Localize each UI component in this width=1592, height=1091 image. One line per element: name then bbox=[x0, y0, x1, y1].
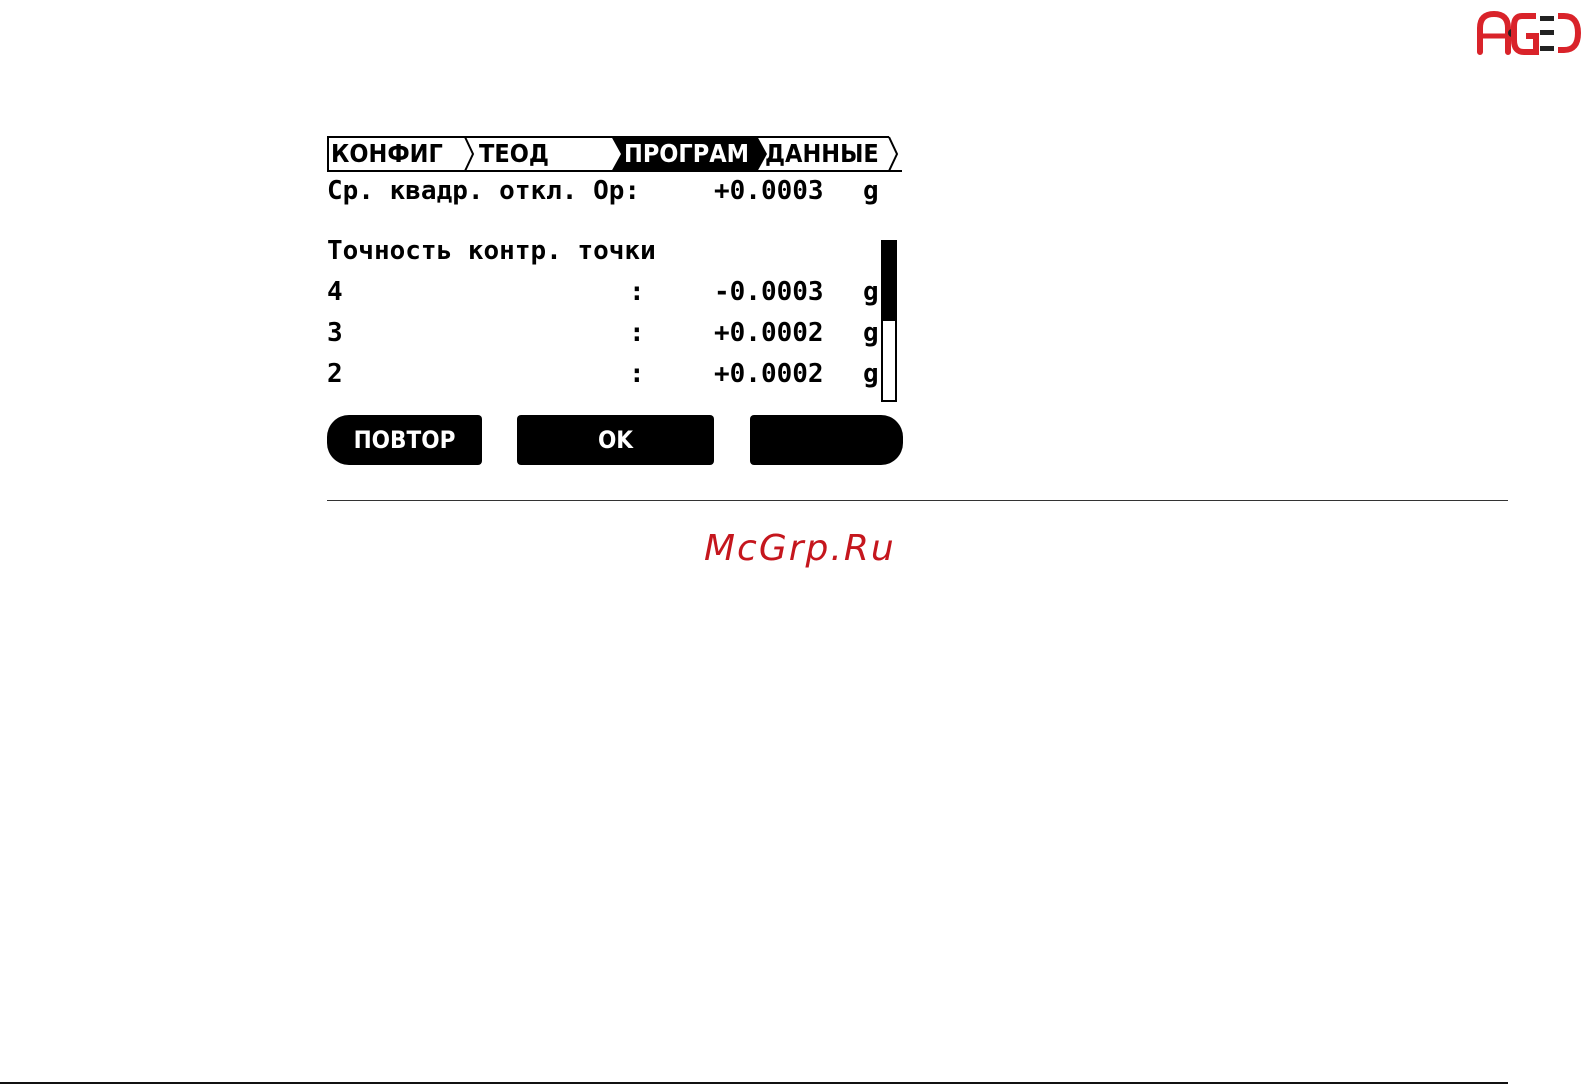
empty-softkey[interactable] bbox=[750, 415, 903, 465]
control-point-sep: : bbox=[629, 277, 645, 307]
control-point-value: -0.0003 bbox=[714, 277, 824, 307]
tab-program[interactable]: ПРОГРАМ bbox=[624, 136, 749, 172]
control-point-sep: : bbox=[629, 318, 645, 348]
device-screen: КОНФИГ ТЕОД ПРОГРАМ ДАННЫЕ Ср. квадр. от… bbox=[327, 136, 903, 470]
rmse-value: +0.0003 bbox=[714, 176, 824, 206]
control-point-value: +0.0002 bbox=[714, 359, 824, 389]
rmse-unit: g bbox=[863, 176, 879, 206]
repeat-softkey[interactable]: ПОВТОР bbox=[327, 415, 482, 465]
control-point-row: 2 : +0.0002 g bbox=[327, 357, 883, 391]
tab-dannye[interactable]: ДАННЫЕ bbox=[765, 136, 879, 172]
control-point-id: 2 bbox=[327, 359, 343, 389]
footer-line bbox=[0, 1082, 1508, 1084]
softkey-bar: ПОВТОР OK bbox=[327, 415, 903, 465]
control-point-value: +0.0002 bbox=[714, 318, 824, 348]
control-point-unit: g bbox=[863, 277, 879, 307]
control-point-unit: g bbox=[863, 359, 879, 389]
tab-konfig[interactable]: КОНФИГ bbox=[331, 136, 443, 172]
control-point-unit: g bbox=[863, 318, 879, 348]
scrollbar-thumb[interactable] bbox=[883, 242, 895, 321]
watermark-text: McGrp.Ru bbox=[704, 528, 896, 569]
control-point-sep: : bbox=[629, 359, 645, 389]
tab-bar: КОНФИГ ТЕОД ПРОГРАМ ДАННЫЕ bbox=[327, 136, 903, 172]
rmse-row: Ср. квадр. откл. Ор: +0.0003 g bbox=[327, 174, 883, 208]
ok-softkey[interactable]: OK bbox=[517, 415, 714, 465]
aged-logo bbox=[1477, 10, 1582, 55]
rmse-label: Ср. квадр. откл. Ор: bbox=[327, 176, 641, 206]
control-point-row: 4 : -0.0003 g bbox=[327, 275, 883, 309]
scrollbar[interactable] bbox=[881, 240, 897, 402]
control-point-id: 3 bbox=[327, 318, 343, 348]
divider-line bbox=[327, 500, 1508, 501]
control-point-row: 3 : +0.0002 g bbox=[327, 316, 883, 350]
tab-teod[interactable]: ТЕОД bbox=[479, 136, 549, 172]
control-section-title: Точность контр. точки bbox=[327, 236, 656, 266]
control-point-id: 4 bbox=[327, 277, 343, 307]
